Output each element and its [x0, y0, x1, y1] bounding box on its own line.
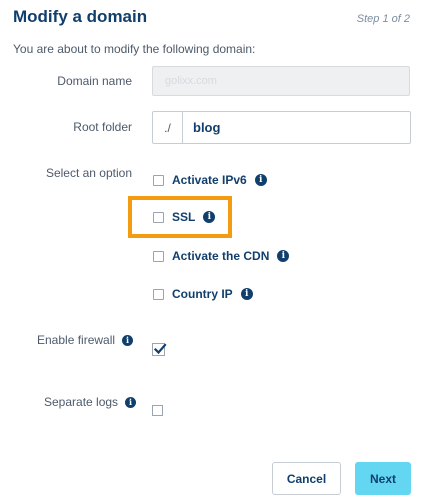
ipv6-label: Activate IPv6 [172, 173, 247, 187]
page-title: Modify a domain [13, 7, 148, 26]
domain-name-field: golixx.com [152, 66, 410, 96]
separate-logs-checkbox[interactable] [152, 405, 163, 416]
cdn-label: Activate the CDN [172, 249, 270, 263]
info-icon[interactable]: i [122, 334, 134, 346]
ssl-label: SSL [172, 210, 196, 224]
root-folder-label: Root folder [73, 120, 132, 134]
info-icon[interactable]: i [125, 396, 137, 408]
cancel-button[interactable]: Cancel [272, 462, 341, 495]
root-folder-prefix: ./ [152, 111, 182, 144]
checkmark-icon [153, 343, 167, 355]
option-ssl[interactable]: SSL i [153, 208, 216, 226]
info-icon[interactable]: i [254, 174, 267, 186]
domain-name-value: golixx.com [165, 75, 217, 87]
info-icon[interactable]: i [203, 211, 216, 223]
info-icon[interactable]: i [277, 250, 290, 262]
intro-text: You are about to modify the following do… [13, 42, 256, 56]
enable-firewall-label: Enable firewall [37, 333, 116, 347]
option-cdn[interactable]: Activate the CDN i [153, 247, 290, 265]
enable-firewall-row-label: Enable firewall i [37, 333, 134, 347]
next-button[interactable]: Next [355, 462, 411, 495]
country-ip-checkbox[interactable] [153, 288, 164, 300]
domain-name-label: Domain name [57, 74, 132, 88]
root-folder-input[interactable] [182, 111, 411, 144]
ssl-checkbox[interactable] [153, 211, 164, 223]
separate-logs-label: Separate logs [44, 395, 119, 409]
cdn-checkbox[interactable] [153, 250, 164, 262]
country-ip-label: Country IP [172, 287, 233, 301]
option-ipv6[interactable]: Activate IPv6 i [153, 171, 267, 189]
step-indicator: Step 1 of 2 [356, 13, 410, 25]
option-country-ip[interactable]: Country IP i [153, 285, 253, 303]
enable-firewall-checkbox[interactable] [152, 343, 167, 356]
ipv6-checkbox[interactable] [153, 174, 164, 186]
separate-logs-row-label: Separate logs i [44, 395, 137, 409]
select-option-label: Select an option [45, 166, 132, 180]
info-icon[interactable]: i [240, 288, 253, 300]
